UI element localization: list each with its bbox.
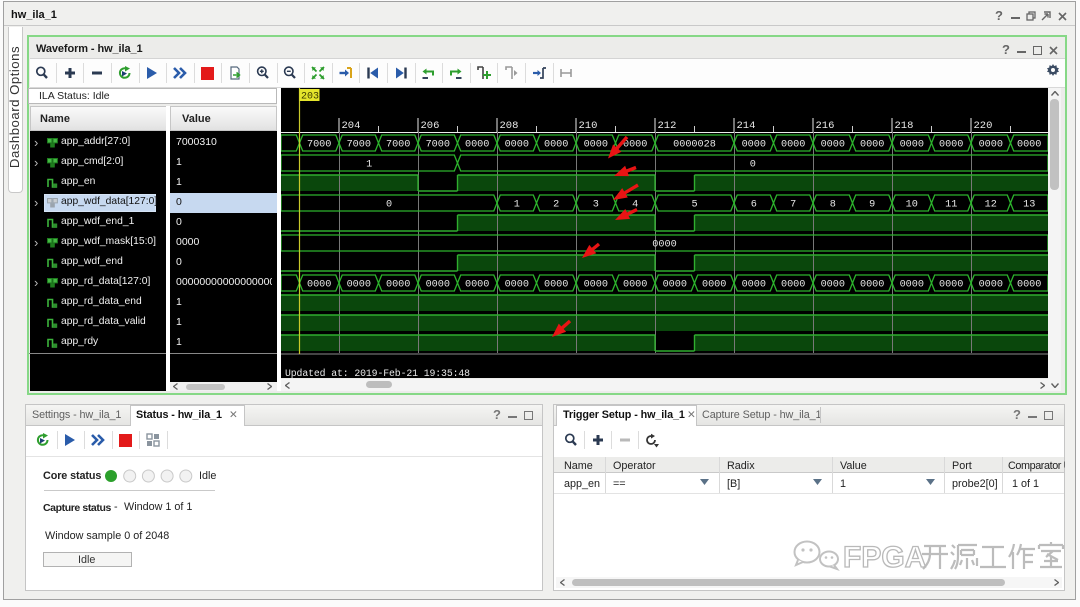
svg-text:216: 216 bbox=[816, 120, 835, 132]
svg-text:0000: 0000 bbox=[979, 280, 1003, 291]
svg-text:0000: 0000 bbox=[652, 240, 676, 251]
svg-text:0000: 0000 bbox=[623, 280, 647, 291]
svg-text:0000: 0000 bbox=[544, 280, 568, 291]
svg-text:0000: 0000 bbox=[584, 280, 608, 291]
svg-text:2: 2 bbox=[553, 200, 559, 211]
svg-text:210: 210 bbox=[579, 120, 598, 132]
svg-text:0000: 0000 bbox=[426, 280, 450, 291]
svg-text:0000: 0000 bbox=[939, 280, 963, 291]
svg-text:0000: 0000 bbox=[979, 140, 1003, 151]
svg-text:FPGA: FPGA bbox=[843, 541, 926, 574]
svg-text:0000: 0000 bbox=[663, 280, 687, 291]
svg-text:0000: 0000 bbox=[505, 280, 529, 291]
svg-text:Updated at: 2019-Feb-21 19:35:: Updated at: 2019-Feb-21 19:35:48 bbox=[285, 368, 470, 378]
svg-text:0000: 0000 bbox=[702, 280, 726, 291]
svg-text:8: 8 bbox=[830, 200, 836, 211]
svg-text:0000: 0000 bbox=[821, 140, 845, 151]
svg-text:206: 206 bbox=[421, 120, 440, 132]
svg-text:9: 9 bbox=[869, 200, 875, 211]
svg-text:0000: 0000 bbox=[1017, 140, 1041, 151]
svg-text:0000: 0000 bbox=[347, 280, 371, 291]
svg-text:0000: 0000 bbox=[1017, 280, 1041, 291]
svg-text:7000: 7000 bbox=[307, 140, 331, 151]
svg-text:7: 7 bbox=[790, 200, 796, 211]
svg-text:0000: 0000 bbox=[860, 140, 884, 151]
svg-text:6: 6 bbox=[751, 200, 757, 211]
svg-text:0000: 0000 bbox=[900, 140, 924, 151]
svg-text:204: 204 bbox=[342, 120, 361, 132]
svg-text:11: 11 bbox=[945, 200, 957, 211]
svg-text:1: 1 bbox=[514, 200, 520, 211]
svg-text:0000: 0000 bbox=[584, 140, 608, 151]
svg-text:0000: 0000 bbox=[386, 280, 410, 291]
svg-text:12: 12 bbox=[985, 200, 997, 211]
svg-text:214: 214 bbox=[737, 120, 756, 132]
svg-text:13: 13 bbox=[1023, 200, 1035, 211]
svg-text:208: 208 bbox=[500, 120, 519, 132]
svg-text:7000: 7000 bbox=[386, 140, 410, 151]
svg-text:0000: 0000 bbox=[544, 140, 568, 151]
svg-text:10: 10 bbox=[906, 200, 918, 211]
svg-text:212: 212 bbox=[658, 120, 677, 132]
svg-text:0000: 0000 bbox=[821, 280, 845, 291]
svg-text:218: 218 bbox=[895, 120, 914, 132]
svg-text:0000: 0000 bbox=[465, 280, 489, 291]
svg-text:0000: 0000 bbox=[465, 140, 489, 151]
svg-text:0000: 0000 bbox=[307, 280, 331, 291]
svg-text:7000: 7000 bbox=[347, 140, 371, 151]
svg-text:0000: 0000 bbox=[939, 140, 963, 151]
svg-text:0: 0 bbox=[386, 200, 392, 211]
svg-text:1: 1 bbox=[366, 160, 372, 171]
svg-text:7000: 7000 bbox=[426, 140, 450, 151]
svg-text:5: 5 bbox=[691, 200, 697, 211]
svg-text:0000: 0000 bbox=[860, 280, 884, 291]
svg-text:3: 3 bbox=[593, 200, 599, 211]
svg-text:220: 220 bbox=[974, 120, 993, 132]
svg-text:0000: 0000 bbox=[900, 280, 924, 291]
svg-text:0000: 0000 bbox=[781, 140, 805, 151]
svg-text:0000: 0000 bbox=[505, 140, 529, 151]
svg-text:0000: 0000 bbox=[623, 140, 647, 151]
svg-text:203: 203 bbox=[301, 92, 319, 103]
svg-text:0000: 0000 bbox=[742, 140, 766, 151]
svg-text:0: 0 bbox=[750, 160, 756, 171]
svg-text:0000: 0000 bbox=[742, 280, 766, 291]
svg-text:0000: 0000 bbox=[781, 280, 805, 291]
svg-text:0000028: 0000028 bbox=[673, 140, 716, 151]
